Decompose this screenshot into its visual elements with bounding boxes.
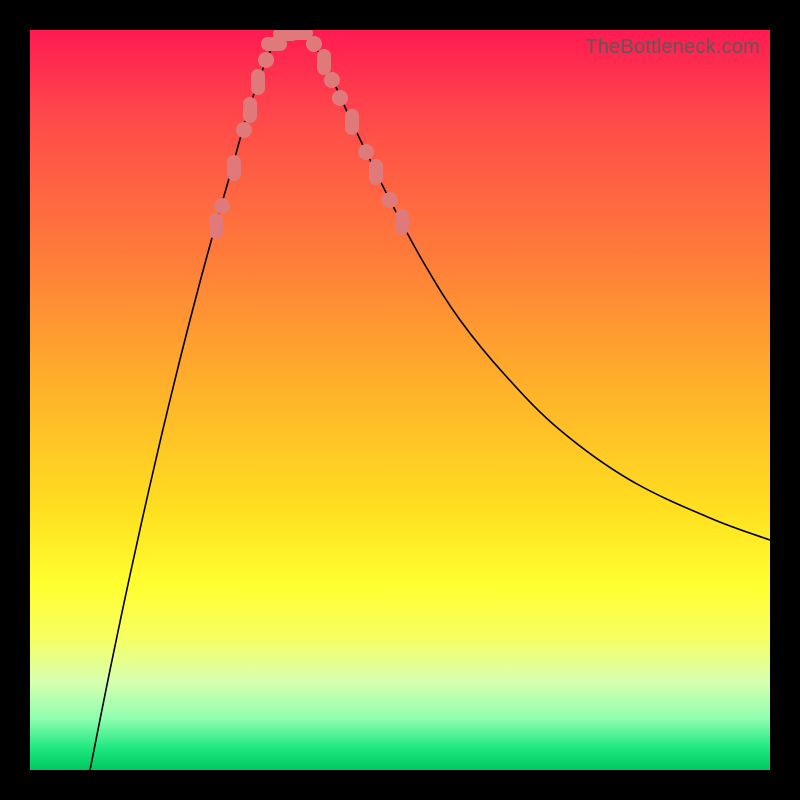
marker-3 — [236, 122, 252, 138]
marker-14 — [345, 109, 359, 135]
marker-2 — [227, 155, 241, 181]
curve-left-curve — [90, 32, 282, 770]
marker-18 — [395, 209, 409, 235]
marker-6 — [258, 52, 274, 68]
marker-17 — [382, 192, 398, 208]
marker-15 — [358, 144, 374, 160]
marker-13 — [332, 90, 348, 106]
marker-4 — [243, 97, 257, 123]
marker-1 — [214, 198, 230, 214]
marker-0 — [209, 213, 223, 239]
markers-group — [209, 30, 409, 239]
marker-12 — [324, 72, 340, 88]
chart-frame: TheBottleneck.com — [30, 30, 770, 770]
bottleneck-curve-chart — [30, 30, 770, 770]
marker-16 — [369, 159, 383, 185]
watermark-label: TheBottleneck.com — [585, 36, 760, 59]
curve-right-curve — [300, 32, 770, 540]
curves-group — [90, 32, 770, 770]
marker-5 — [251, 69, 265, 95]
marker-11 — [317, 49, 331, 75]
marker-10 — [306, 36, 322, 52]
